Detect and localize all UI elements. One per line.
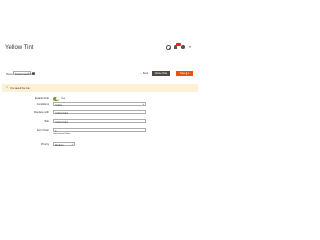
- help-icon[interactable]: ?: [32, 71, 35, 75]
- chevron-down-icon: ▼: [142, 103, 145, 106]
- success-message: ✔ You saved the rule.: [2, 84, 198, 92]
- chevron-down-icon: ▼: [27, 72, 30, 75]
- sort-order-label: Sort Order: [36, 128, 49, 132]
- replace-with-value: Yellow Gold: [55, 111, 68, 115]
- conditions-label: Conditions: [36, 102, 49, 106]
- page-title: Yellow Tint: [5, 45, 34, 51]
- save-button-label: Save: [179, 72, 186, 75]
- scope-switcher[interactable]: Default Store View ▼: [13, 71, 35, 76]
- user-icon[interactable]: [181, 45, 185, 49]
- save-button[interactable]: Save ▾: [176, 71, 193, 76]
- priority-select[interactable]: Medium ▼: [53, 142, 75, 147]
- success-message-text: You saved the rule.: [10, 86, 31, 90]
- search-icon[interactable]: [166, 45, 171, 50]
- replace-with-label: Replace with: [34, 110, 49, 114]
- priority-value: Medium: [55, 143, 64, 147]
- chevron-down-icon[interactable]: ▼: [189, 45, 192, 49]
- chevron-down-icon: ▼: [71, 143, 74, 146]
- sort-order-input[interactable]: 0: [53, 128, 146, 133]
- conditions-value: Yellow: [55, 103, 62, 107]
- title-label: Title: [44, 119, 49, 123]
- enable-rule-toggle[interactable]: [53, 97, 59, 101]
- save-options-toggle[interactable]: ▾: [188, 72, 189, 75]
- enable-rule-value: Yes: [61, 97, 65, 100]
- delete-button[interactable]: Delete Rule: [152, 71, 170, 76]
- back-button-label: Back: [142, 72, 149, 75]
- notification-badge[interactable]: [176, 43, 181, 46]
- replace-with-input[interactable]: Yellow Gold: [53, 110, 146, 115]
- check-icon: ✔: [6, 85, 9, 90]
- priority-label: Priority: [40, 142, 49, 146]
- use-default-checkbox-label[interactable]: Use Default Value: [53, 133, 70, 135]
- page: Yellow Tint ▼ Scope: Default Store View …: [0, 0, 200, 200]
- conditions-select[interactable]: Yellow ▼: [53, 102, 146, 107]
- title-input[interactable]: Yellow Gold: [53, 119, 146, 124]
- title-value: Yellow Gold: [55, 120, 68, 124]
- back-button[interactable]: ←Back: [138, 71, 150, 76]
- enable-rule-label: Enable Rule: [34, 97, 49, 100]
